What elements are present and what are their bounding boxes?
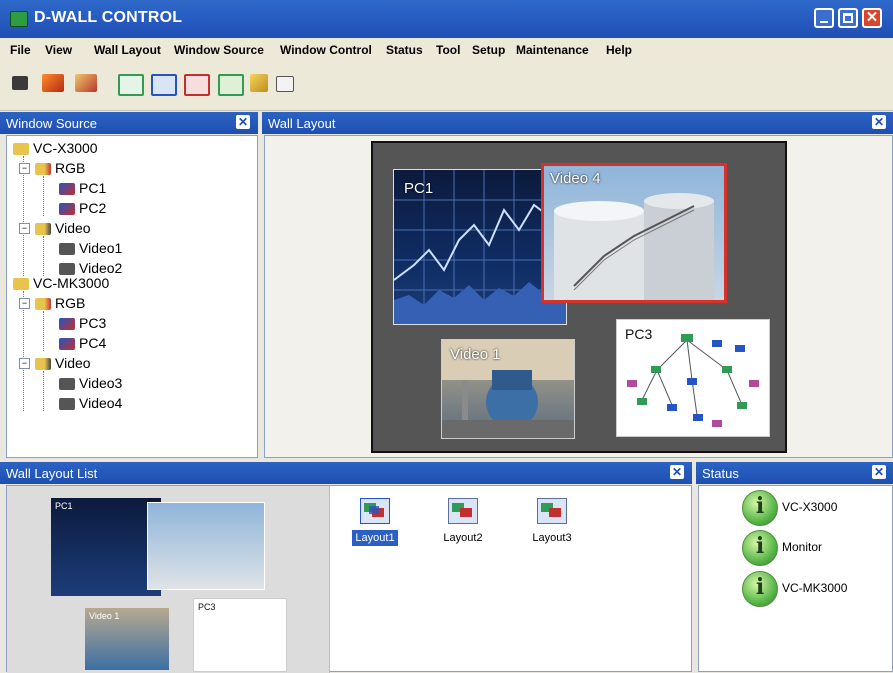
layout-preview: PC1 Video 1 PC3 (7, 486, 329, 673)
menu-bar: File View Wall Layout Window Source Wind… (0, 38, 893, 60)
preview-video1: Video 1 (85, 608, 169, 670)
tree-item-pc1[interactable]: PC1 (59, 180, 106, 196)
window-red-icon[interactable] (184, 74, 210, 96)
pc-source-icon (59, 318, 75, 331)
layout-icon (537, 498, 567, 524)
rgb-folder-icon (35, 163, 51, 176)
menu-window-control[interactable]: Window Control (280, 43, 372, 57)
status-item-vc-mk3000[interactable]: VC-MK3000 (742, 571, 862, 607)
status-item-vc-x3000[interactable]: VC-X3000 (742, 490, 862, 526)
window-source-header: Window Source ✕ (0, 112, 258, 134)
tree-item-video4[interactable]: Video4 (59, 395, 122, 411)
collapse-icon[interactable]: − (19, 358, 30, 369)
layout-item-3[interactable]: Layout3 (517, 498, 587, 544)
tree-item-vc-x3000[interactable]: VC-X3000 (13, 140, 98, 156)
rgb-folder-icon (35, 298, 51, 311)
layout-item-1[interactable]: Layout1 (340, 498, 410, 546)
help-book-icon[interactable] (276, 76, 294, 92)
info-icon (742, 490, 778, 526)
layout-icon (448, 498, 478, 524)
window-blue-icon[interactable] (151, 74, 177, 96)
import-icon[interactable] (42, 74, 64, 92)
pointer-icon[interactable] (250, 74, 268, 92)
tree-item-video-2[interactable]: Video (35, 355, 91, 371)
preview-pc1: PC1 (51, 498, 161, 596)
tree-item-video1[interactable]: Video1 (59, 240, 122, 256)
wall-layout-close-icon[interactable]: ✕ (872, 115, 886, 129)
menu-maintenance[interactable]: Maintenance (516, 43, 589, 57)
folder-icon (13, 278, 29, 291)
close-button[interactable]: ✕ (862, 8, 882, 28)
wall-layout-list-pane: PC1 Video 1 PC3 Layout1 Layout2 Layout3 (6, 485, 692, 673)
collapse-icon[interactable]: − (19, 298, 30, 309)
minimize-button[interactable] (814, 8, 834, 28)
toolbar (0, 60, 893, 111)
wall-layout-canvas: PC1 Video 4 Video 1 PC3 (264, 135, 893, 458)
video-folder-icon (35, 223, 51, 236)
menu-status[interactable]: Status (386, 43, 423, 57)
preview-video4 (147, 502, 265, 590)
tree-item-rgb[interactable]: RGB (35, 160, 85, 176)
wall-window-label: PC3 (625, 326, 653, 342)
tree-item-video[interactable]: Video (35, 220, 91, 236)
video-camera-icon (59, 243, 75, 256)
window-source-tree: VC-X3000 − RGB PC1 PC2 − Video Video1 Vi… (6, 135, 258, 458)
tree-item-pc2[interactable]: PC2 (59, 200, 106, 216)
window-title: D-WALL CONTROL (34, 9, 183, 26)
video-camera-icon (59, 398, 75, 411)
video-folder-icon (35, 358, 51, 371)
video-wall-display[interactable]: PC1 Video 4 Video 1 PC3 (371, 141, 787, 453)
status-item-monitor[interactable]: Monitor (742, 530, 862, 566)
pc-source-icon (59, 183, 75, 196)
layout-icon (360, 498, 390, 524)
folder-icon (13, 143, 29, 156)
menu-window-source[interactable]: Window Source (174, 43, 264, 57)
wall-layout-list-close-icon[interactable]: ✕ (670, 465, 684, 479)
wall-window-label: Video 1 (450, 346, 501, 363)
pc-source-icon (59, 338, 75, 351)
title-bar: D-WALL CONTROL ✕ (0, 0, 893, 38)
tree-item-rgb-2[interactable]: RGB (35, 295, 85, 311)
wall-window-label: PC1 (404, 180, 434, 197)
tree-item-video3[interactable]: Video3 (59, 375, 122, 391)
collapse-icon[interactable]: − (19, 163, 30, 174)
pc-source-icon (59, 203, 75, 216)
info-icon (742, 571, 778, 607)
tree-item-vc-mk3000[interactable]: VC-MK3000 (13, 275, 109, 291)
status-close-icon[interactable]: ✕ (872, 465, 886, 479)
menu-wall-layout[interactable]: Wall Layout (94, 43, 161, 57)
menu-tool[interactable]: Tool (436, 43, 460, 57)
window-split-icon[interactable] (218, 74, 244, 96)
wall-window-pc3[interactable]: PC3 (616, 319, 770, 437)
window-source-close-icon[interactable]: ✕ (236, 115, 250, 129)
menu-setup[interactable]: Setup (472, 43, 505, 57)
export-icon[interactable] (75, 74, 97, 92)
window-green-icon[interactable] (118, 74, 144, 96)
tree-item-pc3[interactable]: PC3 (59, 315, 106, 331)
collapse-icon[interactable]: − (19, 223, 30, 234)
wall-window-video4[interactable]: Video 4 (541, 163, 727, 303)
maximize-button[interactable] (838, 8, 858, 28)
video-camera-icon (59, 263, 75, 276)
menu-view[interactable]: View (45, 43, 72, 57)
tree-item-pc4[interactable]: PC4 (59, 335, 106, 351)
wall-window-label: Video 4 (550, 170, 601, 187)
record-icon[interactable] (12, 76, 28, 90)
layout-item-2[interactable]: Layout2 (428, 498, 498, 544)
wall-layout-list-header: Wall Layout List ✕ (0, 462, 692, 484)
wall-window-video1[interactable]: Video 1 (441, 339, 575, 439)
preview-pc3: PC3 (193, 598, 287, 672)
app-icon (10, 11, 28, 27)
wall-layout-header: Wall Layout ✕ (262, 112, 893, 134)
menu-help[interactable]: Help (606, 43, 632, 57)
video-camera-icon (59, 378, 75, 391)
info-icon (742, 530, 778, 566)
menu-file[interactable]: File (10, 43, 31, 57)
status-header: Status ✕ (696, 462, 893, 484)
tree-item-video2[interactable]: Video2 (59, 260, 122, 276)
